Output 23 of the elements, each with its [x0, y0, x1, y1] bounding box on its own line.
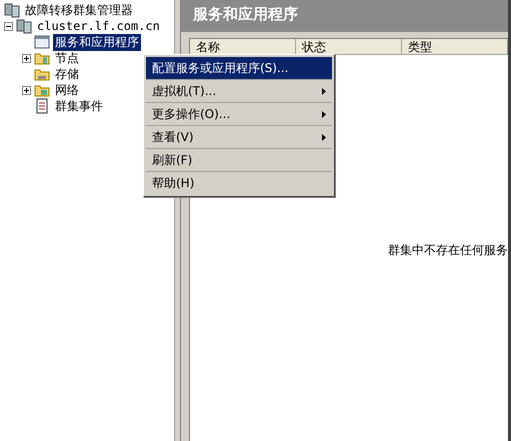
menu-item[interactable]: 刷新(F) — [146, 149, 332, 172]
tree-item[interactable]: 群集事件 — [53, 98, 105, 114]
tree-item[interactable]: cluster.lf.com.cn — [35, 19, 162, 33]
panel-title: 服务和应用程序 — [181, 0, 508, 32]
tree-item[interactable]: 存储 — [53, 66, 81, 82]
tree-item[interactable]: 故障转移群集管理器 — [23, 2, 135, 18]
menu-item[interactable]: 虚拟机(T)... — [146, 80, 332, 103]
window-icon — [34, 34, 50, 50]
log-icon — [34, 98, 50, 114]
menu-item[interactable]: 帮助(H) — [146, 172, 332, 194]
expand-toggle[interactable] — [22, 86, 31, 94]
server-stack-icon — [4, 2, 20, 18]
tree-item[interactable]: 服务和应用程序 — [53, 34, 141, 50]
menu-item[interactable]: 查看(V) — [146, 126, 332, 149]
tree-item[interactable]: 节点 — [53, 50, 81, 66]
menu-item[interactable]: 配置服务或应用程序(S)... — [146, 57, 332, 80]
server-stack-icon — [16, 18, 32, 34]
menu-item[interactable]: 更多操作(O)... — [146, 103, 332, 126]
column-header[interactable]: 类型 — [402, 39, 508, 55]
empty-message: 群集中不存在任何服务 — [388, 242, 508, 259]
collapse-toggle[interactable] — [4, 22, 13, 30]
tree-item[interactable]: 网络 — [53, 82, 81, 98]
expand-toggle[interactable] — [22, 54, 31, 62]
